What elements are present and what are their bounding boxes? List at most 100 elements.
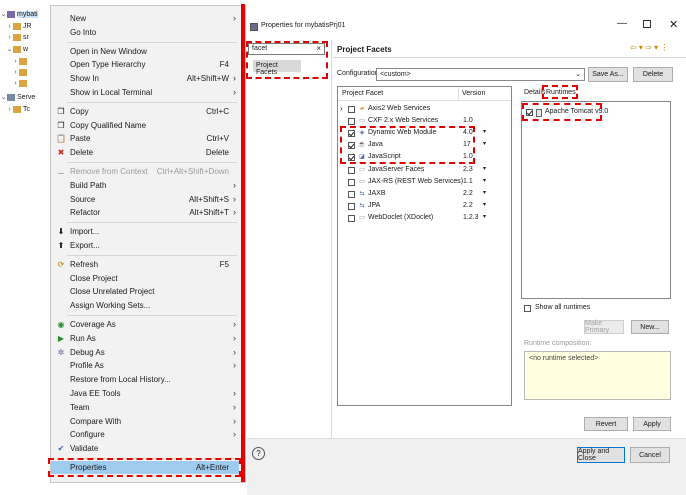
menu-item[interactable]: ⟳ Refresh F5 <box>51 258 239 271</box>
chevron-down-icon[interactable]: ⌄ <box>0 93 7 101</box>
export-icon: ⬆ <box>57 241 65 250</box>
version-dropdown-icon[interactable]: ▾ <box>483 201 486 208</box>
menu-item[interactable]: ❐ Copy Ctrl+C <box>51 105 239 118</box>
show-all-checkbox[interactable] <box>524 305 531 312</box>
apply-and-close-button[interactable]: Apply and Close <box>577 447 625 463</box>
menu-item[interactable]: Close Unrelated Project <box>51 285 239 298</box>
facet-checkbox[interactable] <box>348 118 355 126</box>
facet-row[interactable]: ▭ JAX-RS (REST Web Services) 1.1 ▾ <box>338 177 508 188</box>
revert-button[interactable]: Revert <box>584 417 628 431</box>
chevron-right-icon[interactable]: › <box>12 80 19 87</box>
help-icon[interactable]: ? <box>252 447 265 460</box>
menu-item-label: Java EE Tools <box>70 389 121 398</box>
apply-button[interactable]: Apply <box>633 417 671 431</box>
menu-item-label: Show in Local Terminal <box>70 88 153 97</box>
chevron-right-icon[interactable]: › <box>340 104 343 113</box>
version-dropdown-icon[interactable]: ▾ <box>483 189 486 196</box>
menu-item-label: Assign Working Sets... <box>70 301 151 311</box>
save-as-button[interactable]: Save As... <box>588 67 628 82</box>
facet-row[interactable]: ⇆ JAXB 2.2 ▾ <box>338 189 508 200</box>
menu-item[interactable]: Team › <box>51 401 239 414</box>
chevron-right-icon[interactable]: › <box>6 106 13 113</box>
menu-item[interactable]: Open in New Window <box>51 45 239 58</box>
menu-item[interactable]: ▶ Run As › <box>51 332 239 345</box>
make-primary-button[interactable]: Make Primary <box>584 320 624 334</box>
delete-button[interactable]: Delete <box>633 67 673 82</box>
menu-item[interactable]: New › <box>51 12 239 25</box>
context-menu: New › Go Into Open in New Window Open Type H… <box>48 5 246 483</box>
menu-separator <box>67 315 237 316</box>
menu-item[interactable]: Source Alt+Shift+S › <box>51 193 239 206</box>
menu-item[interactable]: Go Into <box>51 26 239 39</box>
chevron-down-icon[interactable]: ⌄ <box>0 10 7 18</box>
facet-label: Axis2 Web Services <box>368 105 431 112</box>
menu-item[interactable]: ⬇ Import... <box>51 225 239 238</box>
version-dropdown-icon[interactable]: ▾ <box>483 140 486 147</box>
menu-item[interactable]: Compare With › <box>51 415 239 428</box>
chevron-right-icon[interactable]: › <box>12 58 19 65</box>
check-icon: ✔ <box>57 444 65 454</box>
version-dropdown-icon[interactable]: ▾ <box>483 213 486 220</box>
tree-item[interactable]: ⌄ mybati <box>0 8 38 20</box>
facet-checkbox[interactable] <box>348 202 355 210</box>
folder-icon <box>13 22 21 30</box>
facet-checkbox[interactable] <box>348 190 355 198</box>
menu-item[interactable]: ✲ Debug As › <box>51 346 239 359</box>
chevron-right-icon: › <box>233 13 236 23</box>
cancel-button[interactable]: Cancel <box>630 447 670 463</box>
menu-item[interactable]: Show in Local Terminal › <box>51 86 239 99</box>
menu-item-label: Configure <box>70 430 105 440</box>
configuration-combo[interactable]: <custom> ⌄ <box>376 68 585 81</box>
chevron-right-icon[interactable]: › <box>12 69 19 76</box>
menu-item[interactable]: ✔ Validate <box>51 442 239 455</box>
menu-item[interactable]: 📋 Paste Ctrl+V <box>51 132 239 145</box>
menu-item[interactable]: ⚊ Remove from Context Ctrl+Alt+Shift+Down <box>51 165 239 178</box>
tree-item[interactable]: ⌄ w <box>6 43 28 55</box>
facet-checkbox[interactable] <box>348 106 355 113</box>
menu-item[interactable]: Close Project <box>51 272 239 285</box>
folder-icon <box>19 68 27 76</box>
facet-row[interactable]: › ▰ Axis2 Web Services <box>338 104 508 115</box>
chevron-right-icon: › <box>233 193 236 204</box>
runtimes-tab-highlight <box>542 85 578 99</box>
facet-row[interactable]: ▭ WebDoclet (XDoclet) 1.2.3 ▾ <box>338 213 508 224</box>
version-dropdown-icon[interactable]: ▾ <box>483 177 486 184</box>
debug-icon: ✲ <box>57 347 65 357</box>
menu-item[interactable]: Restore from Local History... <box>51 373 239 386</box>
maximize-icon[interactable] <box>643 20 651 28</box>
menu-item[interactable]: Assign Working Sets... <box>51 299 239 312</box>
menu-item[interactable]: Configure › <box>51 428 239 441</box>
menu-item[interactable]: Build Path › <box>51 179 239 192</box>
tree-item[interactable]: ⌄ Serve <box>0 91 35 103</box>
version-dropdown-icon[interactable]: ▾ <box>483 165 486 172</box>
menu-item[interactable]: Profile As › <box>51 359 239 372</box>
chevron-down-icon[interactable]: ⌄ <box>6 45 13 53</box>
facet-checkbox[interactable] <box>348 214 355 222</box>
menu-item[interactable]: ⬆ Export... <box>51 239 239 252</box>
menu-item[interactable]: ◉ Coverage As › <box>51 318 239 331</box>
minimize-icon[interactable]: — <box>617 18 627 29</box>
new-runtime-button[interactable]: New... <box>631 320 669 334</box>
tree-item[interactable]: › sr <box>6 31 29 43</box>
menu-item[interactable]: Refactor Alt+Shift+T › <box>51 206 239 219</box>
menu-item[interactable]: Java EE Tools › <box>51 387 239 400</box>
menu-item[interactable]: Show In Alt+Shift+W › <box>51 72 239 85</box>
page-nav-arrows[interactable]: ⇦ ▾ ⇨ ▾ ⋮ <box>630 43 668 52</box>
menu-item[interactable]: ❐ Copy Qualified Name <box>51 119 239 132</box>
chevron-right-icon[interactable]: › <box>6 34 13 41</box>
menu-item[interactable]: Open Type Hierarchy F4 <box>51 58 239 71</box>
facet-label: JavaServer Faces <box>368 165 425 173</box>
dialog-titlebar[interactable]: Properties for mybatisPrj01 — ✕ <box>247 18 686 38</box>
version-dropdown-icon[interactable]: ▾ <box>483 128 486 135</box>
chevron-right-icon[interactable]: › <box>6 23 13 30</box>
tree-item[interactable]: › Tc <box>6 103 30 115</box>
close-icon[interactable]: ✕ <box>669 18 678 31</box>
facet-checkbox[interactable] <box>348 178 355 186</box>
menu-item[interactable]: ✖ Delete Delete <box>51 146 239 159</box>
nav-item-project-facets[interactable]: Project Facets <box>253 60 301 76</box>
facet-row[interactable]: ⇆ JPA 2.2 ▾ <box>338 201 508 212</box>
tree-item[interactable]: › <box>12 77 29 89</box>
facet-label: WebDoclet (XDoclet) <box>368 213 434 221</box>
facet-checkbox[interactable] <box>348 166 355 174</box>
facet-row[interactable]: ▭ JavaServer Faces 2.3 ▾ <box>338 165 508 176</box>
